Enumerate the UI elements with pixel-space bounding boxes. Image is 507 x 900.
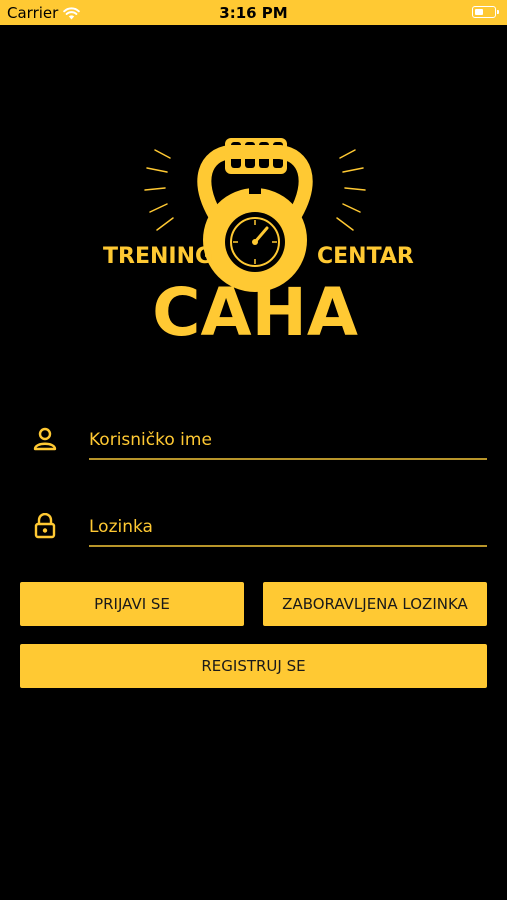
username-input[interactable] — [89, 422, 487, 460]
user-icon — [33, 427, 57, 451]
battery-icon — [472, 6, 499, 18]
status-bar: Carrier 3:16 PM — [0, 0, 507, 25]
register-button[interactable]: REGISTRUJ SE — [20, 644, 487, 688]
clock: 3:16 PM — [219, 4, 288, 22]
logo-text-right: CENTAR — [317, 244, 414, 269]
password-field — [25, 509, 487, 559]
username-field — [25, 422, 487, 472]
password-input[interactable] — [89, 509, 487, 547]
login-button[interactable]: PRIJAVI SE — [20, 582, 244, 626]
lock-icon — [34, 513, 56, 539]
forgot-password-button[interactable]: ZABORAVLJENA LOZINKA — [263, 582, 487, 626]
app-logo: TRENING CENTAR CAHA — [103, 138, 414, 350]
logo-text-left: TRENING — [103, 244, 213, 269]
logo-main-text: CAHA — [152, 274, 358, 350]
